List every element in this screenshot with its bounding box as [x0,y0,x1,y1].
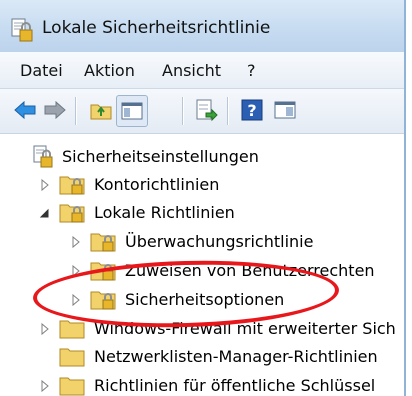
tree-item-label: Kontorichtlinien [94,175,220,194]
toolbar-separator [227,97,228,125]
security-settings-icon [33,145,53,168]
folder-lock-icon [59,204,85,223]
security-policy-app-icon [11,18,33,42]
tree-item-label: Richtlinien für öffentliche Schlüssel [94,376,376,395]
export-list-icon[interactable] [193,97,219,123]
folder-icon [59,377,85,396]
window-title: Lokale Sicherheitsrichtlinie [42,18,271,38]
expand-arrow-icon[interactable] [39,379,51,393]
folder-lock-icon [90,233,116,252]
help-icon[interactable]: ? [239,97,265,123]
tree-item-label: Lokale Richtlinien [94,203,235,222]
toolbar-separator [182,97,183,125]
back-arrow-icon[interactable] [12,97,38,123]
folder-lock-icon [59,176,85,195]
tree-item-label: Netzwerklisten-Manager-Richtlinien [94,347,378,366]
tree-item-kontorichtlinien[interactable]: Kontorichtlinien [0,171,404,199]
menu-ansicht[interactable]: Ansicht [162,61,221,80]
application-window: Lokale Sicherheitsrichtlinie Datei Aktio… [0,0,406,396]
tree-item-lokale-richtlinien[interactable]: Lokale Richtlinien [0,199,404,227]
title-bar[interactable]: Lokale Sicherheitsrichtlinie [0,0,404,52]
expand-arrow-icon[interactable] [39,178,51,192]
menu-datei[interactable]: Datei [20,61,63,80]
up-folder-icon[interactable] [88,97,114,123]
expand-arrow-icon[interactable] [70,235,82,249]
toolbar-separator [75,97,76,125]
tree-item-public-key-policies[interactable]: Richtlinien für öffentliche Schlüssel [0,372,404,396]
menu-aktion[interactable]: Aktion [84,61,135,80]
show-hide-console-tree-icon[interactable] [116,95,148,127]
forward-arrow-icon[interactable] [42,97,68,123]
folder-icon [59,348,85,367]
tree-item-ueberwachungsrichtlinie[interactable]: Überwachungsrichtlinie [0,228,404,256]
expand-arrow-icon[interactable] [39,322,51,336]
tree-root[interactable]: Sicherheitseinstellungen [0,143,404,171]
tree-root-label: Sicherheitseinstellungen [62,147,259,166]
tree-item-netzwerklisten-manager[interactable]: Netzwerklisten-Manager-Richtlinien [0,343,404,371]
tree-item-label: Überwachungsrichtlinie [125,232,314,251]
svg-text:?: ? [247,101,256,120]
toolbar: ? [0,89,404,134]
menu-help[interactable]: ? [247,61,256,80]
collapse-arrow-icon[interactable] [38,206,50,220]
properties-view-icon[interactable] [272,97,298,123]
menu-bar: Datei Aktion Ansicht ? [0,52,404,89]
